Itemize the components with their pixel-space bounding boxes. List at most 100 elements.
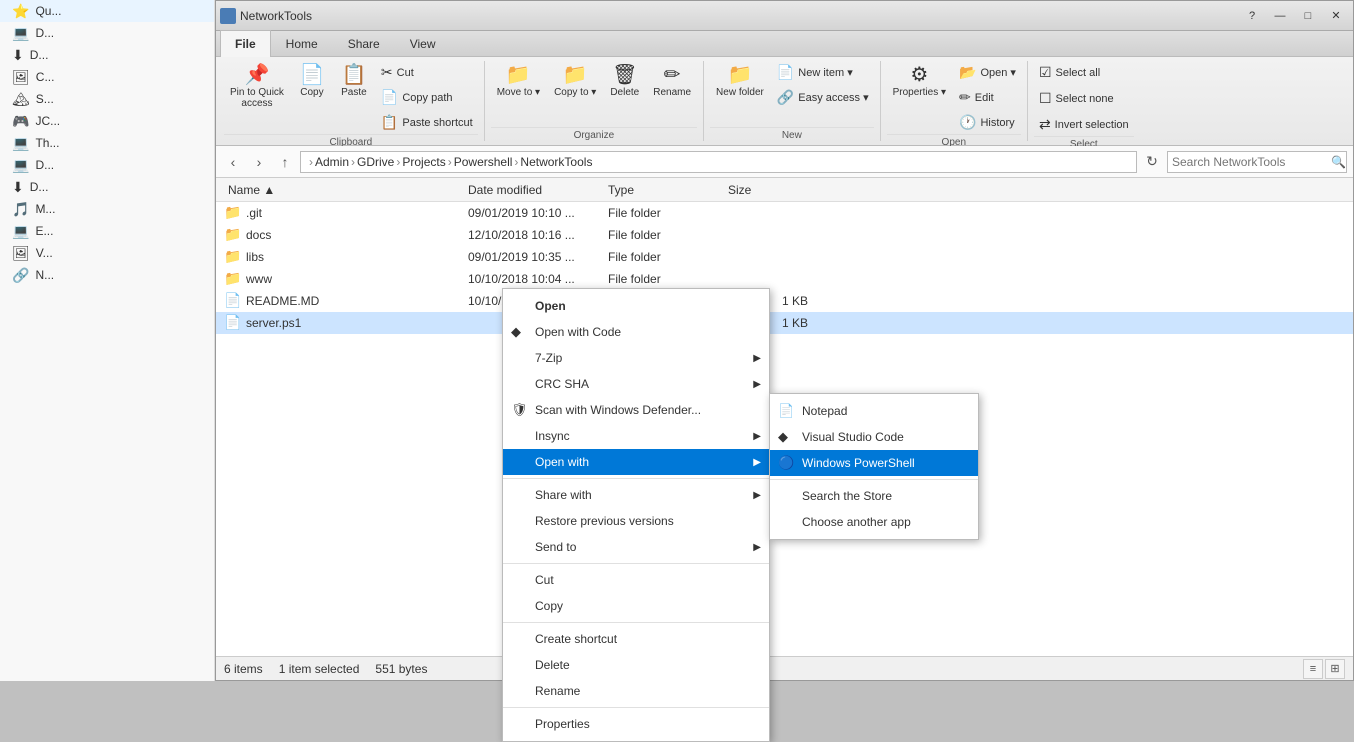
copy-path-button[interactable]: 📄 Copy path bbox=[376, 86, 478, 109]
sub-item-another-app[interactable]: Choose another app bbox=[770, 509, 978, 535]
move-to-button[interactable]: 📁 Move to ▾ bbox=[491, 61, 546, 102]
nav-item-e-item[interactable]: 💻E... bbox=[0, 220, 214, 242]
ctx-item-open-with-code[interactable]: ◆Open with Code bbox=[503, 319, 769, 345]
pin-to-quick-access-button[interactable]: 📌 Pin to Quickaccess bbox=[224, 61, 290, 113]
copy-big-button[interactable]: 📄 Copy bbox=[292, 61, 332, 102]
nav-item-s-item[interactable]: 🏔S... bbox=[0, 88, 214, 110]
file-date: 09/01/2019 10:10 ... bbox=[468, 206, 608, 220]
history-button[interactable]: 🕐 History bbox=[954, 111, 1021, 134]
new-folder-button[interactable]: 📁 New folder bbox=[710, 61, 770, 102]
tab-home[interactable]: Home bbox=[271, 30, 333, 56]
col-header-size[interactable]: Size bbox=[724, 183, 804, 197]
col-header-date[interactable]: Date modified bbox=[464, 183, 604, 197]
select-none-label: Select none bbox=[1056, 93, 1114, 105]
nav-item-d-item3[interactable]: ⬇D... bbox=[0, 176, 214, 198]
ctx-item-delete[interactable]: Delete bbox=[503, 652, 769, 678]
edit-button[interactable]: ✏ Edit bbox=[954, 86, 1021, 109]
close-button[interactable]: ✕ bbox=[1323, 6, 1349, 26]
file-name: docs bbox=[246, 228, 468, 242]
ctx-arrow-7zip: ▶ bbox=[753, 353, 761, 364]
minimize-button[interactable]: — bbox=[1267, 6, 1293, 26]
open-button[interactable]: 📂 Open ▾ bbox=[954, 61, 1021, 84]
paste-shortcut-button[interactable]: 📋 Paste shortcut bbox=[376, 111, 478, 134]
forward-button[interactable]: › bbox=[248, 151, 270, 173]
file-row[interactable]: 📁 docs 12/10/2018 10:16 ... File folder bbox=[216, 224, 1353, 246]
path-gdrive[interactable]: GDrive bbox=[357, 155, 394, 169]
ctx-item-open[interactable]: Open bbox=[503, 293, 769, 319]
refresh-button[interactable]: ↻ bbox=[1141, 151, 1163, 173]
ctx-item-rename[interactable]: Rename bbox=[503, 678, 769, 704]
path-networktools[interactable]: NetworkTools bbox=[520, 155, 592, 169]
ctx-item-defender[interactable]: 🛡Scan with Windows Defender... bbox=[503, 397, 769, 423]
path-powershell[interactable]: Powershell bbox=[454, 155, 513, 169]
ribbon-group-organize: 📁 Move to ▾ 📁 Copy to ▾ 🗑 Delete ✏ Renam… bbox=[485, 61, 704, 141]
new-item-label: New item ▾ bbox=[798, 66, 852, 79]
cut-button[interactable]: ✂ Cut bbox=[376, 61, 478, 84]
nav-item-jc-item[interactable]: 🎮JC... bbox=[0, 110, 214, 132]
ribbon-group-select: ☑ Select all ☐ Select none ⇄ Invert sele… bbox=[1028, 61, 1140, 141]
ribbon-group-open: ⚙ Properties ▾ 📂 Open ▾ ✏ Edit bbox=[881, 61, 1028, 141]
nav-icon-quick: ⭐ bbox=[12, 3, 29, 20]
nav-item-v-item[interactable]: 🖼V... bbox=[0, 242, 214, 264]
sub-item-search-store[interactable]: Search the Store bbox=[770, 483, 978, 509]
back-button[interactable]: ‹ bbox=[222, 151, 244, 173]
search-input[interactable] bbox=[1172, 155, 1327, 169]
paste-big-button[interactable]: 📋 Paste bbox=[334, 61, 374, 102]
delete-button[interactable]: 🗑 Delete bbox=[604, 61, 645, 102]
nav-item-quick[interactable]: ⭐ Qu... bbox=[0, 0, 214, 22]
nav-item-d-item2[interactable]: 💻D... bbox=[0, 154, 214, 176]
ctx-item-crc-sha[interactable]: CRC SHA▶ bbox=[503, 371, 769, 397]
path-projects[interactable]: Projects bbox=[402, 155, 445, 169]
file-row[interactable]: 📁 www 10/10/2018 10:04 ... File folder bbox=[216, 268, 1353, 290]
sub-item-notepad[interactable]: 📄Notepad bbox=[770, 398, 978, 424]
select-all-button[interactable]: ☑ Select all bbox=[1034, 61, 1134, 84]
ctx-item-copy[interactable]: Copy bbox=[503, 593, 769, 619]
tab-share[interactable]: Share bbox=[333, 30, 395, 56]
col-header-name[interactable]: Name ▲ bbox=[224, 183, 464, 197]
col-header-type[interactable]: Type bbox=[604, 183, 724, 197]
path-admin[interactable]: Admin bbox=[315, 155, 349, 169]
file-row[interactable]: 📄 README.MD 10/10/2018 10:40 ... Markdow… bbox=[216, 290, 1353, 312]
address-path[interactable]: › Admin › GDrive › Projects › Powershell… bbox=[300, 151, 1137, 173]
file-row[interactable]: 📁 .git 09/01/2019 10:10 ... File folder bbox=[216, 202, 1353, 224]
new-item-button[interactable]: 📄 New item ▾ bbox=[772, 61, 874, 84]
ctx-item-send-to[interactable]: Send to▶ bbox=[503, 534, 769, 560]
sub-item-vscode[interactable]: ◆Visual Studio Code bbox=[770, 424, 978, 450]
nav-label-quick: Qu... bbox=[35, 4, 61, 18]
nav-item-d-drive[interactable]: 💻D... bbox=[0, 22, 214, 44]
ctx-item-insync[interactable]: Insync▶ bbox=[503, 423, 769, 449]
ctx-label-share-with: Share with bbox=[535, 488, 592, 502]
nav-item-c-item[interactable]: 🖼C... bbox=[0, 66, 214, 88]
properties-button[interactable]: ⚙ Properties ▾ bbox=[887, 61, 952, 102]
ctx-item-open-with[interactable]: Open with▶ bbox=[503, 449, 769, 475]
ctx-item-properties[interactable]: Properties bbox=[503, 711, 769, 737]
nav-item-download1[interactable]: ⬇D... bbox=[0, 44, 214, 66]
sub-item-powershell[interactable]: 🔵Windows PowerShell bbox=[770, 450, 978, 476]
copy-to-button[interactable]: 📁 Copy to ▾ bbox=[548, 61, 602, 102]
file-row[interactable]: 📄 server.ps1 1 KB bbox=[216, 312, 1353, 334]
nav-label-download1: D... bbox=[30, 48, 49, 62]
paste-shortcut-icon: 📋 bbox=[381, 114, 398, 131]
tab-file[interactable]: File bbox=[220, 30, 271, 57]
tab-view[interactable]: View bbox=[395, 30, 451, 56]
large-icons-view-button[interactable]: ⊞ bbox=[1325, 659, 1345, 679]
rename-button[interactable]: ✏ Rename bbox=[647, 61, 697, 102]
invert-selection-button[interactable]: ⇄ Invert selection bbox=[1034, 113, 1134, 136]
file-row[interactable]: 📁 libs 09/01/2019 10:35 ... File folder bbox=[216, 246, 1353, 268]
maximize-button[interactable]: □ bbox=[1295, 6, 1321, 26]
nav-item-th-item[interactable]: 💻Th... bbox=[0, 132, 214, 154]
question-button[interactable]: ? bbox=[1239, 6, 1265, 26]
ctx-item-share-with[interactable]: Share with▶ bbox=[503, 482, 769, 508]
nav-item-n-item[interactable]: 🔗N... bbox=[0, 264, 214, 286]
select-none-button[interactable]: ☐ Select none bbox=[1034, 87, 1134, 110]
up-button[interactable]: ↑ bbox=[274, 151, 296, 173]
ctx-item-7zip[interactable]: 7-Zip▶ bbox=[503, 345, 769, 371]
open-icon: 📂 bbox=[959, 64, 976, 81]
ctx-item-cut[interactable]: Cut bbox=[503, 567, 769, 593]
nav-item-m-item[interactable]: 🎵M... bbox=[0, 198, 214, 220]
details-view-button[interactable]: ≡ bbox=[1303, 659, 1323, 679]
search-box[interactable]: 🔍 bbox=[1167, 151, 1347, 173]
ctx-item-create-shortcut[interactable]: Create shortcut bbox=[503, 626, 769, 652]
ctx-item-restore[interactable]: Restore previous versions bbox=[503, 508, 769, 534]
easy-access-button[interactable]: 🔗 Easy access ▾ bbox=[772, 86, 874, 109]
